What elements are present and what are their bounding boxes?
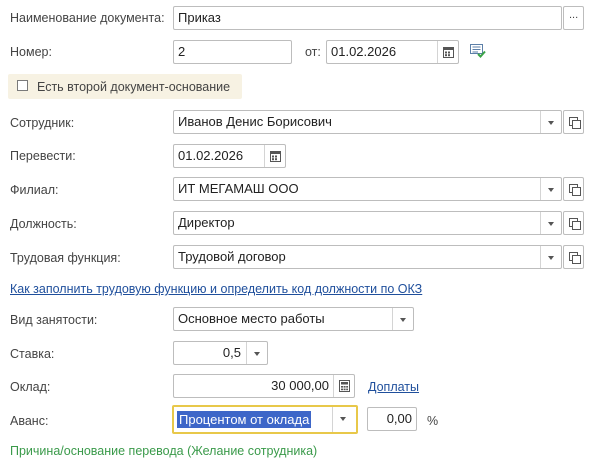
advance-method-field[interactable]: Процентом от оклада <box>172 405 358 434</box>
position-open-button[interactable] <box>563 211 584 235</box>
branch-label: Филиал: <box>10 183 59 197</box>
calendar-icon[interactable] <box>437 41 458 63</box>
position-label: Должность: <box>10 217 77 231</box>
number-field[interactable]: 2 <box>173 40 292 64</box>
second-doc-panel: Есть второй документ-основание <box>8 74 242 99</box>
rate-value: 0,5 <box>222 345 241 360</box>
chevron-down-icon[interactable] <box>540 246 561 268</box>
rate-label: Ставка: <box>10 347 55 361</box>
salary-label: Оклад: <box>10 380 51 394</box>
employee-field[interactable]: Иванов Денис Борисович <box>173 110 562 134</box>
calendar-icon[interactable] <box>264 145 285 167</box>
employment-field[interactable]: Основное место работы <box>173 307 414 331</box>
labor-func-label: Трудовая функция: <box>10 251 121 265</box>
salary-field[interactable]: 30 000,00 <box>173 374 355 398</box>
more-icon: ... <box>569 9 579 21</box>
branch-field[interactable]: ИТ МЕГАМАШ ООО <box>173 177 562 201</box>
branch-open-button[interactable] <box>563 177 584 201</box>
chevron-down-icon[interactable] <box>392 308 413 330</box>
okz-help-link[interactable]: Как заполнить трудовую функцию и определ… <box>10 281 422 297</box>
labor-func-field[interactable]: Трудовой договор <box>173 245 562 269</box>
transfer-date-field[interactable]: 01.02.2026 <box>173 144 286 168</box>
advance-percent-value: 0,00 <box>386 411 412 426</box>
chevron-down-icon[interactable] <box>246 342 267 364</box>
from-label: от: <box>305 45 321 59</box>
allowances-link[interactable]: Доплаты <box>368 379 419 395</box>
position-field[interactable]: Директор <box>173 211 562 235</box>
advance-method-value: Процентом от оклада <box>177 411 312 428</box>
labor-func-open-button[interactable] <box>563 245 584 269</box>
percent-sign: % <box>427 414 439 428</box>
branch-value: ИТ МЕГАМАШ ООО <box>178 181 299 196</box>
advance-label: Аванс: <box>10 414 49 428</box>
chevron-down-icon[interactable] <box>540 212 561 234</box>
salary-value: 30 000,00 <box>271 378 329 393</box>
transfer-label: Перевести: <box>10 149 76 163</box>
second-doc-checkbox[interactable] <box>17 80 28 91</box>
chevron-down-icon[interactable] <box>540 111 561 133</box>
second-doc-label: Есть второй документ-основание <box>37 80 231 94</box>
position-value: Директор <box>178 215 235 230</box>
date-value: 01.02.2026 <box>331 44 397 59</box>
date-field[interactable]: 01.02.2026 <box>326 40 459 64</box>
doc-name-value: Приказ <box>178 10 221 25</box>
rate-field[interactable]: 0,5 <box>173 341 268 365</box>
doc-name-label: Наименование документа: <box>10 11 165 25</box>
chevron-down-icon[interactable] <box>332 407 356 432</box>
number-value: 2 <box>178 44 186 59</box>
employee-open-button[interactable] <box>563 110 584 134</box>
number-label: Номер: <box>10 45 52 59</box>
employment-label: Вид занятости: <box>10 313 98 327</box>
employee-label: Сотрудник: <box>10 116 75 130</box>
calculator-icon[interactable] <box>333 375 354 397</box>
labor-func-value: Трудовой договор <box>178 249 286 264</box>
employee-value: Иванов Денис Борисович <box>178 114 332 129</box>
doc-name-more-button[interactable]: ... <box>563 6 584 30</box>
employment-value: Основное место работы <box>178 311 325 326</box>
transfer-reason-link[interactable]: Причина/основание перевода (Желание сотр… <box>10 443 317 459</box>
doc-name-field[interactable]: Приказ <box>173 6 562 30</box>
chevron-down-icon[interactable] <box>540 178 561 200</box>
green-list-icon[interactable] <box>470 44 486 61</box>
advance-percent-field[interactable]: 0,00 <box>367 407 417 431</box>
